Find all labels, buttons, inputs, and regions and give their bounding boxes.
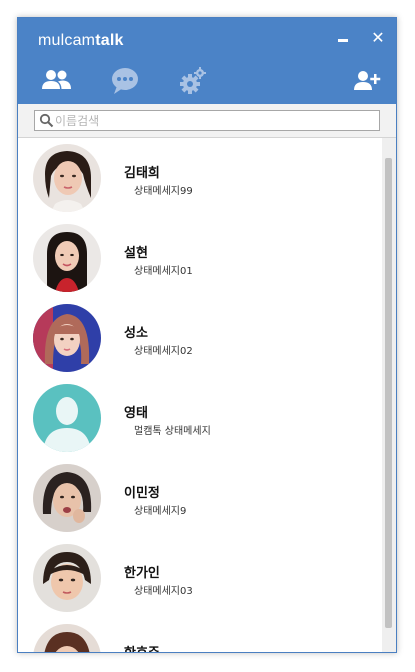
title-bar[interactable]: mulcamtalk ✕ [18,18,396,104]
tab-settings[interactable] [176,64,210,98]
tab-add-friend[interactable] [350,64,384,98]
avatar [33,464,101,532]
friend-name: 한가인 [124,566,160,581]
search-input[interactable] [55,111,375,130]
scrollbar[interactable] [382,138,396,652]
friend-list-item[interactable]: 이민정 상태메세지9 [18,458,382,538]
friend-list-item[interactable]: 김태희 상태메세지99 [18,138,382,218]
minimize-icon[interactable] [336,30,352,46]
people-icon [42,70,71,89]
avatar [33,144,101,212]
default-avatar-icon [33,384,101,452]
friend-name: 성소 [124,326,148,341]
friend-list-item[interactable]: 한효주 [18,618,382,652]
messenger-window: mulcamtalk ✕ 이름검색 김태희 상태메세지99 설현 상태메세지01… [17,17,397,653]
friend-list-item[interactable]: 한가인 상태메세지03 [18,538,382,618]
friend-list-item[interactable]: 영태 멀캠톡 상태메세지 [18,378,382,458]
friend-status: 상태메세지03 [134,586,193,597]
app-brand: mulcamtalk [38,32,124,50]
avatar [33,624,101,652]
chat-bubble-icon [112,68,138,94]
brand-light-text: mulcam [38,32,96,49]
friend-status: 상태메세지01 [134,266,193,277]
friend-status: 상태메세지9 [134,506,187,517]
close-icon[interactable]: ✕ [370,30,386,46]
friend-status: 상태메세지02 [134,346,193,357]
friend-list-item[interactable]: 성소 상태메세지02 [18,298,382,378]
avatar [33,304,101,372]
add-user-icon [354,71,381,90]
friend-status: 멀캠톡 상태메세지 [134,426,211,437]
search-box[interactable] [34,110,380,131]
search-area [18,104,396,138]
scrollbar-thumb[interactable] [385,158,392,628]
friend-name: 한효주 [124,642,160,652]
friend-status: 상태메세지99 [134,186,193,197]
avatar [33,224,101,292]
tab-friends[interactable] [39,64,73,98]
friend-name: 설현 [124,246,148,261]
friend-name: 영태 [124,406,148,421]
avatar [33,544,101,612]
search-icon [39,113,54,128]
friend-name: 김태희 [124,166,160,181]
tab-chat[interactable] [108,64,142,98]
friend-list-item[interactable]: 설현 상태메세지01 [18,218,382,298]
gear-icon [180,67,206,94]
friend-name: 이민정 [124,486,160,501]
brand-bold-text: talk [95,32,124,49]
friend-list: 김태희 상태메세지99 설현 상태메세지01 성소 상태메세지02 영태 멀캠톡… [18,138,382,652]
